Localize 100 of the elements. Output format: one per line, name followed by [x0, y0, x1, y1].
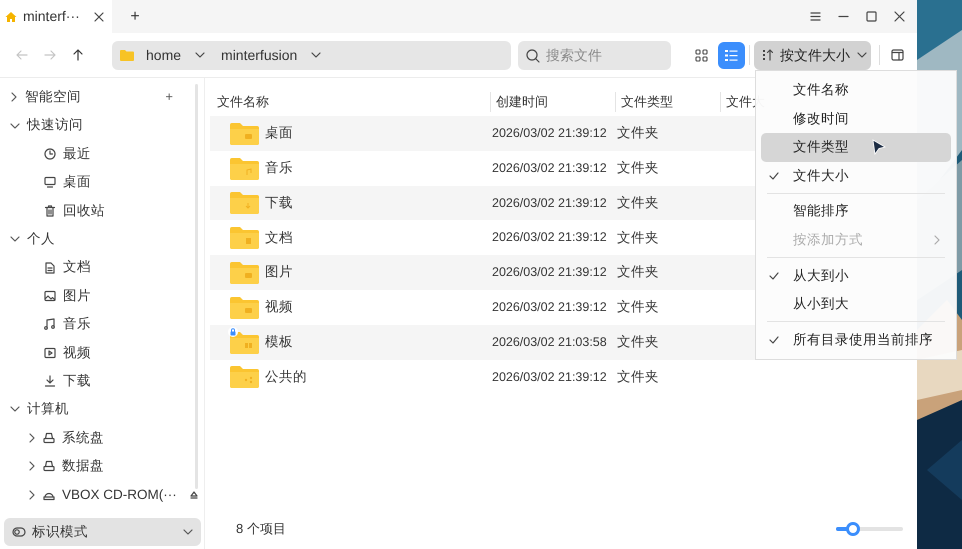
mouse-pointer-icon: [872, 139, 886, 156]
chevron-down-icon: [10, 122, 20, 130]
file-name: 视频: [265, 298, 293, 316]
sidebar-item[interactable]: 回收站: [4, 196, 204, 225]
search-field[interactable]: 搜索文件: [518, 40, 671, 70]
menu-item[interactable]: 文件类型: [761, 133, 951, 162]
arrow-left-icon: [16, 49, 28, 61]
video-icon: [44, 346, 56, 359]
maximize-button[interactable]: [866, 11, 877, 22]
column-header[interactable]: 创建时间: [490, 92, 615, 112]
sidebar-group[interactable]: 计算机: [4, 395, 204, 424]
slider-thumb[interactable]: [846, 522, 860, 536]
chevron-right-icon: [28, 461, 36, 472]
created-time: 2026/03/02 21:39:12: [491, 299, 608, 316]
sidebar-group[interactable]: 快速访问: [4, 111, 204, 140]
eject-button[interactable]: [190, 490, 198, 499]
close-icon: [894, 11, 905, 22]
document-icon: [44, 262, 56, 274]
trash-icon: [44, 204, 56, 217]
image-icon: [44, 290, 56, 302]
chevron-right-icon: [28, 490, 36, 500]
column-header[interactable]: 文件类型: [615, 92, 720, 112]
chevron-down-icon: [311, 51, 322, 59]
close-button[interactable]: [894, 11, 905, 22]
monitor-icon: [44, 176, 56, 188]
sidebar-item[interactable]: 下载: [4, 366, 204, 396]
file-name: 公共的: [265, 368, 307, 386]
created-time: 2026/03/02 21:39:12: [491, 229, 608, 246]
sidebar-item[interactable]: 视频: [4, 338, 204, 367]
sidebar-item[interactable]: 音乐: [4, 310, 204, 339]
folder-icon: [230, 261, 259, 284]
drive-icon: [43, 460, 55, 472]
home-icon: [5, 10, 17, 22]
sidebar-item[interactable]: 最近: [4, 140, 204, 168]
created-time: 2026/03/02 21:39:12: [491, 194, 608, 212]
add-button[interactable]: +: [165, 87, 173, 107]
chevron-down-icon: [857, 51, 867, 59]
file-name: 模板: [265, 333, 293, 352]
arrow-right-icon: [44, 49, 56, 61]
folder-icon: [230, 156, 259, 180]
maximize-icon: [866, 11, 877, 22]
menu-button[interactable]: [810, 11, 821, 22]
menu-icon: [810, 11, 821, 22]
close-tab-button[interactable]: [94, 12, 104, 22]
file-type: 文件夹: [617, 333, 659, 352]
file-name: 音乐: [265, 159, 293, 178]
eject-icon: [190, 490, 198, 499]
folder-icon: [230, 330, 259, 354]
sidebar-item[interactable]: 文档: [4, 253, 204, 282]
sort-icon: [762, 49, 773, 61]
tab[interactable]: minterf···: [0, 0, 112, 33]
sort-button[interactable]: 按文件大小: [754, 40, 871, 70]
new-tab-button[interactable]: +: [127, 0, 143, 33]
created-time: 2026/03/02 21:39:12: [491, 160, 608, 177]
arrow-up-icon: [72, 49, 84, 61]
folder-icon: [230, 226, 259, 250]
file-type: 文件夹: [617, 263, 659, 282]
folder-icon: [120, 49, 134, 61]
sidebar-item[interactable]: 数据盘: [4, 452, 204, 480]
panel-icon: [890, 49, 904, 61]
file-type: 文件夹: [617, 124, 659, 142]
file-type: 文件夹: [617, 298, 659, 316]
item-count: 8 个项目: [236, 520, 286, 538]
created-time: 2026/03/02 21:03:58: [491, 334, 608, 351]
sidebar-item[interactable]: 系统盘: [4, 424, 204, 452]
chevron-right-icon: [933, 235, 941, 246]
breadcrumb-item[interactable]: minterfusion: [217, 44, 326, 66]
created-time: 2026/03/02 21:39:12: [491, 368, 608, 386]
music-icon: [44, 318, 56, 330]
file-type: 文件夹: [617, 228, 659, 247]
mode-dropdown[interactable]: 标识模式: [4, 518, 201, 546]
file-name: 下载: [265, 194, 293, 212]
file-type: 文件夹: [617, 159, 659, 178]
chevron-down-icon: [195, 51, 206, 59]
created-time: 2026/03/02 21:39:12: [491, 125, 608, 142]
close-icon: [94, 12, 104, 22]
download-icon: [44, 375, 56, 388]
side-panel-button[interactable]: [889, 47, 905, 63]
column-header[interactable]: 文件名称: [210, 92, 490, 112]
toggle-icon: [12, 527, 26, 537]
chevron-right-icon: [28, 432, 36, 443]
folder-icon: [230, 365, 259, 388]
folder-icon: [230, 191, 259, 214]
file-type: 文件夹: [617, 194, 659, 212]
sidebar-item[interactable]: VBOX CD-ROM(···: [4, 480, 204, 509]
sidebar-item[interactable]: 图片: [4, 282, 204, 310]
zoom-slider[interactable]: [836, 522, 903, 536]
breadcrumb-item[interactable]: home: [142, 44, 210, 66]
grid-icon: [695, 48, 708, 62]
file-row[interactable]: 公共的 2026/03/02 21:39:12 文件夹: [210, 360, 917, 394]
menu-item[interactable]: 从小到大: [761, 290, 951, 318]
drive-icon: [43, 432, 55, 444]
list-icon: [725, 48, 738, 62]
created-time: 2026/03/02 21:39:12: [491, 264, 608, 282]
sidebar-group[interactable]: 个人: [4, 224, 204, 254]
folder-icon: [230, 122, 259, 145]
clock-icon: [44, 148, 56, 160]
sidebar-group[interactable]: 智能空间 +: [4, 83, 204, 112]
search-icon: [526, 48, 540, 62]
sidebar-item[interactable]: 桌面: [4, 168, 204, 197]
